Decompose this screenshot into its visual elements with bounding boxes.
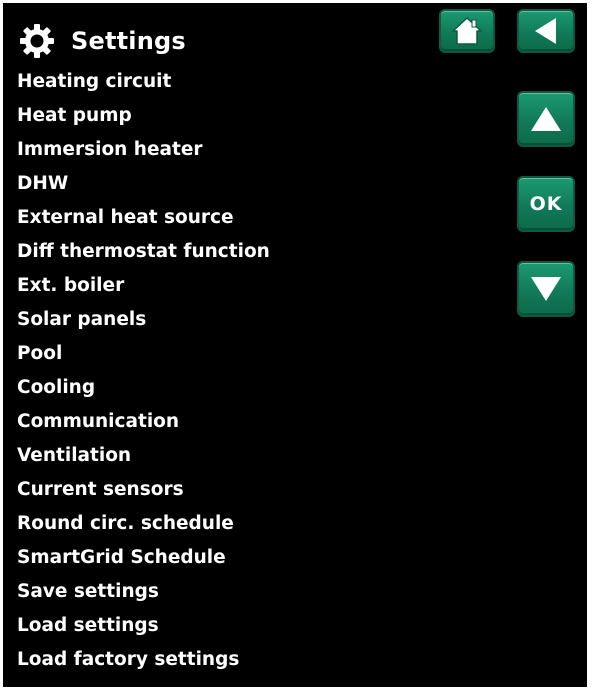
scroll-down-button[interactable] <box>517 261 575 317</box>
arrow-down-icon <box>531 277 561 301</box>
menu-item-current-sensors[interactable]: Current sensors <box>17 473 270 507</box>
menu-item-solar-panels[interactable]: Solar panels <box>17 303 270 337</box>
page-title: Settings <box>71 27 186 55</box>
menu-item-pool[interactable]: Pool <box>17 337 270 371</box>
ok-label: OK <box>529 193 563 215</box>
menu-item-heating-circuit[interactable]: Heating circuit <box>17 65 270 99</box>
home-button[interactable] <box>439 9 495 53</box>
menu-item-dhw[interactable]: DHW <box>17 167 270 201</box>
scroll-up-button[interactable] <box>517 91 575 147</box>
menu-item-immersion-heater[interactable]: Immersion heater <box>17 133 270 167</box>
ok-button[interactable]: OK <box>517 176 575 232</box>
menu-item-heat-pump[interactable]: Heat pump <box>17 99 270 133</box>
back-button[interactable] <box>517 9 575 53</box>
gear-icon <box>20 24 54 58</box>
menu-item-load-settings[interactable]: Load settings <box>17 609 270 643</box>
settings-screen: Settings Heating circuit Heat pump Immer… <box>3 3 587 687</box>
menu-item-round-circ-schedule[interactable]: Round circ. schedule <box>17 507 270 541</box>
menu-item-external-heat-source[interactable]: External heat source <box>17 201 270 235</box>
menu-item-ventilation[interactable]: Ventilation <box>17 439 270 473</box>
home-icon <box>452 17 482 45</box>
page-header: Settings <box>19 21 186 61</box>
menu-item-communication[interactable]: Communication <box>17 405 270 439</box>
menu-item-smartgrid-schedule[interactable]: SmartGrid Schedule <box>17 541 270 575</box>
menu-item-ext-boiler[interactable]: Ext. boiler <box>17 269 270 303</box>
menu-item-save-settings[interactable]: Save settings <box>17 575 270 609</box>
menu-item-load-factory-settings[interactable]: Load factory settings <box>17 643 270 677</box>
menu-item-diff-thermostat-function[interactable]: Diff thermostat function <box>17 235 270 269</box>
arrow-up-icon <box>531 107 561 131</box>
settings-menu: Heating circuit Heat pump Immersion heat… <box>17 65 270 677</box>
menu-item-cooling[interactable]: Cooling <box>17 371 270 405</box>
back-arrow-icon <box>535 18 556 44</box>
